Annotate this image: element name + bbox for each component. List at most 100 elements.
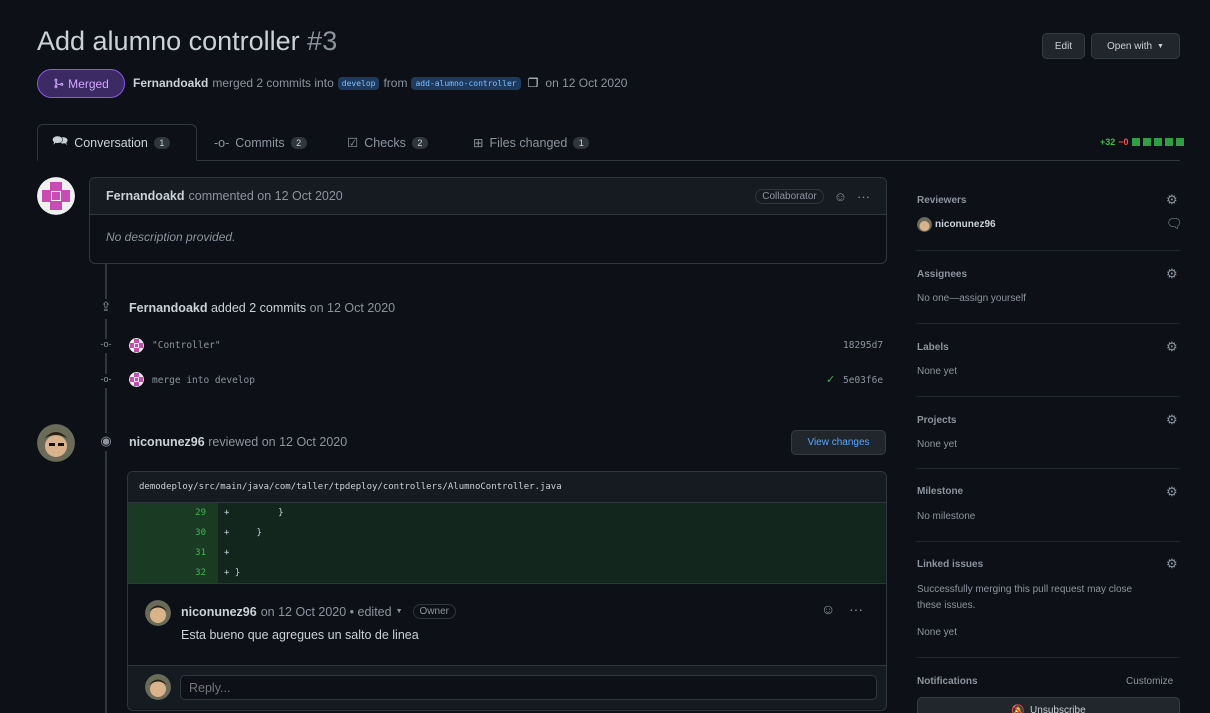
gear-icon[interactable]: ⚙ — [1166, 192, 1178, 208]
reviewers-heading[interactable]: Reviewers — [917, 195, 966, 206]
review-comment-avatar[interactable] — [145, 600, 171, 626]
tab-files-changed[interactable]: ⊞ Files changed 1 — [459, 124, 603, 161]
review-comment-author[interactable]: niconunez96 — [181, 605, 257, 619]
commit-author-avatar[interactable] — [129, 338, 144, 353]
merged-status-label: Merged — [68, 76, 109, 91]
commits-date: on 12 Oct 2020 — [309, 301, 396, 315]
line-text: + } — [224, 568, 241, 578]
reply-input[interactable] — [180, 675, 877, 700]
comment-body: No description provided. — [106, 230, 236, 244]
check-icon[interactable]: ✓ — [826, 373, 835, 386]
line-number[interactable]: 30 — [128, 523, 218, 543]
diff-line: 29 + } — [128, 503, 886, 523]
tab-checks-label: Checks — [364, 135, 406, 150]
copy-icon[interactable]: ❐ — [528, 76, 539, 90]
conversation-icon: 🗪 — [52, 132, 69, 148]
smiley-icon[interactable]: ☺ — [821, 601, 835, 617]
line-number[interactable]: 32 — [128, 563, 218, 583]
sidebar-divider — [916, 541, 1180, 542]
line-number[interactable]: 31 — [128, 543, 218, 563]
milestone-heading[interactable]: Milestone — [917, 486, 963, 497]
labels-value: None yet — [917, 366, 958, 377]
sidebar-divider — [916, 250, 1180, 251]
commit-message[interactable]: merge into develop — [152, 375, 255, 386]
open-with-label: Open with — [1107, 40, 1153, 52]
customize-link[interactable]: Customize — [1126, 676, 1173, 687]
gear-icon[interactable]: ⚙ — [1166, 412, 1178, 428]
pr-number: #3 — [307, 26, 338, 56]
reply-avatar — [145, 674, 171, 700]
description-comment: Fernandoakd commented on 12 Oct 2020 Col… — [89, 177, 887, 264]
smiley-icon[interactable]: ☺ — [834, 189, 847, 204]
assignees-heading[interactable]: Assignees — [917, 269, 967, 280]
assignees-value[interactable]: No one—assign yourself — [917, 293, 1026, 304]
tab-commits-label: Commits — [235, 135, 285, 150]
commit-sha[interactable]: 5e03f6e — [843, 375, 883, 386]
review-comment-header: niconunez96 on 12 Oct 2020 • edited ▼ Ow… — [181, 604, 456, 619]
milestone-value: No milestone — [917, 511, 976, 522]
comment-icon: 🗨 — [1166, 216, 1183, 231]
gear-icon[interactable]: ⚙ — [1166, 339, 1178, 355]
commit-node-icon: -o- — [97, 374, 115, 388]
unsubscribe-label: Unsubscribe — [1030, 704, 1086, 713]
bell-slash-icon: 🔕 — [1011, 704, 1026, 713]
commit-sha[interactable]: 18295d7 — [843, 340, 883, 351]
review-comment-meta[interactable]: on 12 Oct 2020 • edited — [261, 605, 392, 619]
review-author-link[interactable]: niconunez96 — [129, 435, 205, 449]
projects-heading[interactable]: Projects — [917, 415, 956, 426]
diffstat: +32 −0 — [1100, 137, 1184, 147]
commit-author-avatar[interactable] — [129, 372, 144, 387]
base-branch-label[interactable]: develop — [337, 76, 380, 90]
edit-button[interactable]: Edit — [1042, 33, 1085, 59]
file-path[interactable]: demodeploy/src/main/java/com/taller/tpde… — [128, 472, 886, 503]
gear-icon[interactable]: ⚙ — [1166, 484, 1178, 500]
line-text: + — [224, 548, 230, 558]
review-comment-body: Esta bueno que agregues un salto de line… — [181, 628, 419, 642]
line-text: + } — [224, 508, 284, 518]
view-changes-button[interactable]: View changes — [791, 430, 886, 455]
reply-bar — [128, 665, 886, 709]
diffstat-removed: −0 — [1118, 137, 1129, 147]
open-with-button[interactable]: Open with ▼ — [1091, 33, 1180, 59]
tab-checks[interactable]: ☑ Checks 2 — [333, 124, 442, 161]
gear-icon[interactable]: ⚙ — [1166, 266, 1178, 282]
head-branch-label[interactable]: add-alumno-controller — [411, 76, 521, 90]
line-number[interactable]: 29 — [128, 503, 218, 523]
diffstat-block — [1164, 138, 1173, 146]
review-event-text: niconunez96 reviewed on 12 Oct 2020 — [129, 435, 347, 449]
timeline-line — [105, 264, 107, 713]
kebab-menu-icon[interactable]: ··· — [857, 189, 870, 204]
unsubscribe-button[interactable]: 🔕 Unsubscribe — [917, 697, 1180, 713]
reviewer-avatar[interactable] — [37, 424, 75, 462]
line-text: + } — [224, 528, 262, 538]
tab-conversation[interactable]: 🗪 Conversation 1 — [37, 124, 197, 161]
merge-author-link[interactable]: Fernandoakd — [133, 76, 208, 90]
owner-badge: Owner — [412, 604, 456, 619]
linked-issues-desc-1: Successfully merging this pull request m… — [917, 584, 1133, 595]
diffstat-block — [1131, 138, 1140, 146]
merged-status-badge: Merged — [37, 69, 125, 98]
review-comment: niconunez96 on 12 Oct 2020 • edited ▼ Ow… — [128, 583, 886, 665]
linked-issues-heading[interactable]: Linked issues — [917, 559, 983, 570]
caret-down-icon[interactable]: ▼ — [396, 608, 403, 615]
tab-commits[interactable]: -o- Commits 2 — [200, 124, 321, 161]
commits-action: added 2 commits — [210, 301, 307, 315]
commit-message[interactable]: "Controller" — [152, 340, 221, 351]
kebab-menu-icon[interactable]: ··· — [849, 601, 863, 617]
gear-icon[interactable]: ⚙ — [1166, 556, 1178, 572]
merge-action-text: merged 2 commits into — [212, 76, 334, 90]
author-avatar[interactable] — [37, 177, 75, 215]
sidebar-divider — [916, 323, 1180, 324]
collaborator-badge: Collaborator — [755, 188, 824, 204]
caret-down-icon: ▼ — [1157, 42, 1164, 50]
reviewer-avatar-small[interactable] — [917, 217, 932, 232]
commit-node-icon: -o- — [97, 339, 115, 353]
notifications-heading: Notifications — [917, 676, 978, 687]
review-thread: demodeploy/src/main/java/com/taller/tpde… — [127, 471, 887, 711]
commits-author-link[interactable]: Fernandoakd — [129, 301, 208, 315]
reviewer-name[interactable]: niconunez96 — [935, 219, 996, 230]
projects-value: None yet — [917, 439, 958, 450]
merge-date-text: on 12 Oct 2020 — [545, 76, 628, 90]
comment-author-link[interactable]: Fernandoakd — [106, 189, 185, 203]
labels-heading[interactable]: Labels — [917, 342, 949, 353]
